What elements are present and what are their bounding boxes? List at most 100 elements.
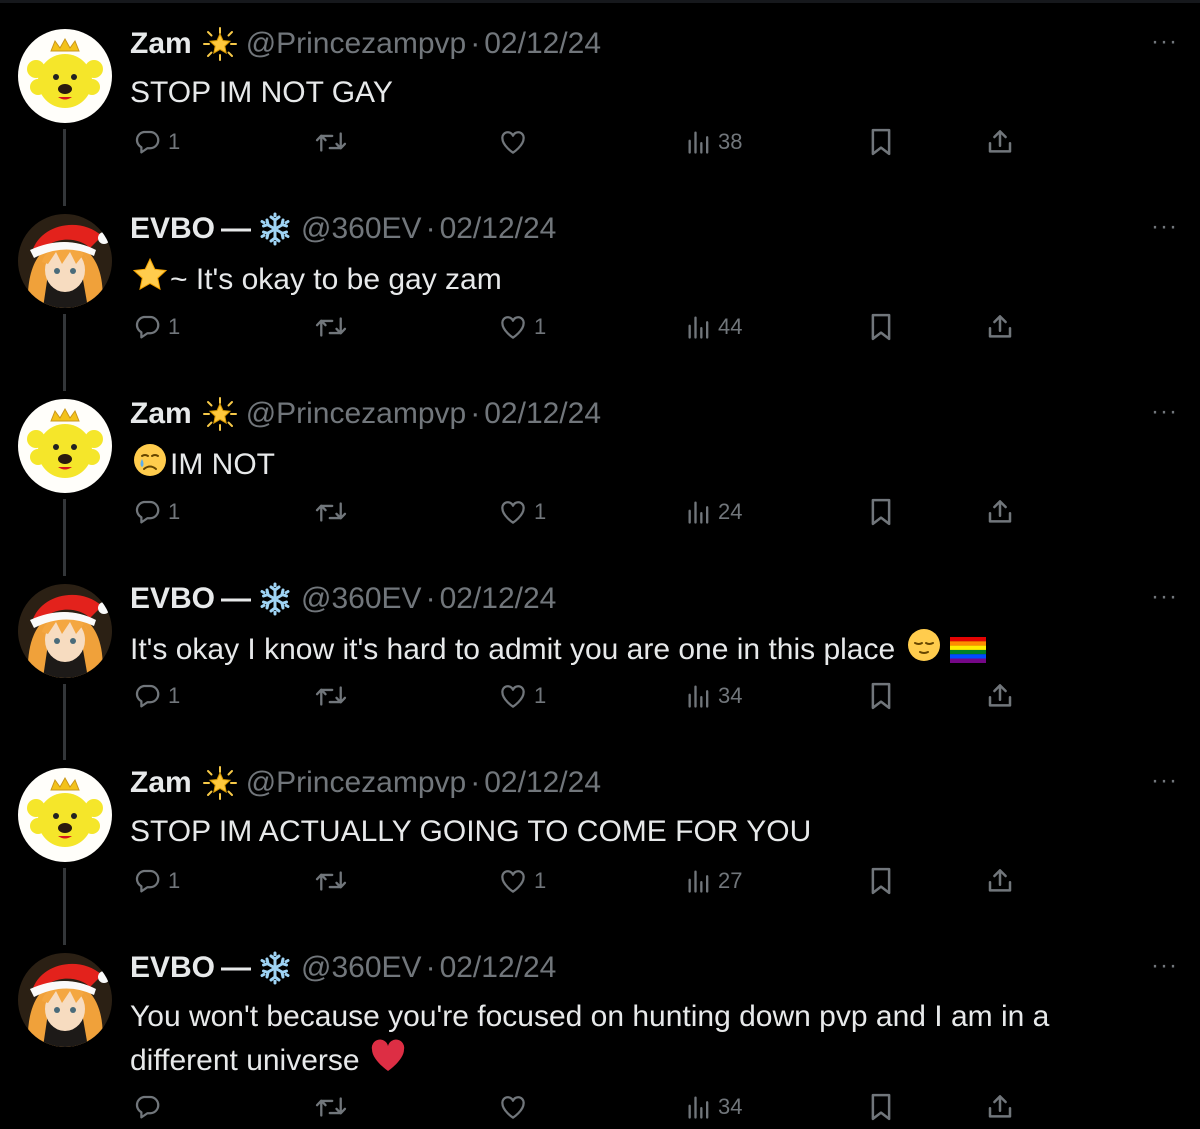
display-name[interactable]: EVBO bbox=[130, 951, 215, 985]
more-options-icon[interactable]: ··· bbox=[1151, 398, 1178, 426]
zam-avatar[interactable] bbox=[18, 29, 112, 123]
retweet-button[interactable] bbox=[314, 866, 354, 896]
tweet-text-container: You won't because you're focused on hunt… bbox=[130, 996, 1090, 1086]
like-button[interactable]: 1 bbox=[498, 497, 546, 527]
retweet-button[interactable] bbox=[314, 312, 354, 342]
snowflake-icon bbox=[257, 950, 293, 986]
display-name[interactable]: Zam bbox=[130, 397, 192, 431]
star-emoji-icon bbox=[132, 257, 168, 305]
share-button[interactable] bbox=[985, 497, 1015, 527]
bookmark-button[interactable] bbox=[868, 681, 894, 711]
share-button[interactable] bbox=[985, 312, 1015, 342]
reply-button[interactable]: 1 bbox=[132, 127, 180, 157]
name-dash: — bbox=[221, 951, 252, 984]
tweet-text: You won't because you're focused on hunt… bbox=[130, 1000, 1050, 1077]
reply-count: 1 bbox=[168, 499, 181, 524]
display-name[interactable]: Zam bbox=[130, 27, 192, 61]
retweet-button[interactable] bbox=[314, 127, 354, 157]
tweet-text: It's okay I know it's hard to admit you … bbox=[130, 632, 896, 666]
views-count: 34 bbox=[718, 1094, 743, 1119]
views-count: 38 bbox=[718, 129, 743, 154]
share-button[interactable] bbox=[985, 127, 1015, 157]
more-options-icon[interactable]: ··· bbox=[1151, 952, 1178, 980]
more-options-icon[interactable]: ··· bbox=[1151, 767, 1178, 795]
reply-button[interactable]: 1 bbox=[132, 312, 180, 342]
user-handle[interactable]: @360EV bbox=[301, 212, 422, 246]
retweet-button[interactable] bbox=[314, 681, 354, 711]
tweet-date[interactable]: 02/12/24 bbox=[440, 951, 557, 985]
tweet-actions: 1 1 34 bbox=[0, 678, 1200, 718]
reply-count: 1 bbox=[168, 683, 181, 708]
tweet-date[interactable]: 02/12/24 bbox=[484, 27, 601, 61]
like-count: 1 bbox=[534, 868, 547, 893]
share-button[interactable] bbox=[985, 681, 1015, 711]
tweet-text: STOP IM ACTUALLY GOING TO COME FOR YOU bbox=[130, 815, 812, 848]
reply-button[interactable]: 1 bbox=[132, 866, 180, 896]
tweet-header: Zam @Princezampvp · 02/12/24 bbox=[130, 763, 601, 803]
views-button[interactable]: 34 bbox=[686, 682, 742, 710]
bookmark-button[interactable] bbox=[868, 866, 894, 896]
views-count: 24 bbox=[718, 499, 743, 524]
user-handle[interactable]: @Princezampvp bbox=[246, 397, 467, 431]
separator-dot: · bbox=[470, 397, 481, 430]
zam-avatar[interactable] bbox=[18, 768, 112, 862]
evbo-avatar[interactable] bbox=[18, 584, 112, 678]
tweet-text-container: STOP IM NOT GAY bbox=[130, 72, 1090, 114]
bookmark-button[interactable] bbox=[868, 312, 894, 342]
views-button[interactable]: 24 bbox=[686, 498, 742, 526]
tweet-actions: 1 1 27 bbox=[0, 863, 1200, 903]
retweet-button[interactable] bbox=[314, 1092, 354, 1122]
reply-button[interactable]: 1 bbox=[132, 681, 180, 711]
more-options-icon[interactable]: ··· bbox=[1151, 583, 1178, 611]
bookmark-button[interactable] bbox=[868, 1092, 894, 1122]
display-name[interactable]: Zam bbox=[130, 766, 192, 800]
reply-count: 1 bbox=[168, 314, 181, 339]
tweet-text-container: It's okay I know it's hard to admit you … bbox=[130, 627, 1090, 675]
bookmark-button[interactable] bbox=[868, 497, 894, 527]
views-button[interactable]: 38 bbox=[686, 128, 742, 156]
user-handle[interactable]: @Princezampvp bbox=[246, 27, 467, 61]
share-button[interactable] bbox=[985, 1092, 1015, 1122]
display-name[interactable]: EVBO bbox=[130, 212, 215, 246]
tweet-date[interactable]: 02/12/24 bbox=[484, 397, 601, 431]
bookmark-button[interactable] bbox=[868, 127, 894, 157]
zam-avatar[interactable] bbox=[18, 399, 112, 493]
separator-dot: · bbox=[470, 27, 481, 60]
views-count: 27 bbox=[718, 868, 743, 893]
views-button[interactable]: 27 bbox=[686, 867, 742, 895]
like-button[interactable] bbox=[498, 1092, 534, 1122]
user-handle[interactable]: @Princezampvp bbox=[246, 766, 467, 800]
like-button[interactable]: 1 bbox=[498, 681, 546, 711]
like-button[interactable]: 1 bbox=[498, 866, 546, 896]
tweet-text: STOP IM NOT GAY bbox=[130, 76, 393, 109]
like-button[interactable]: 1 bbox=[498, 312, 546, 342]
evbo-avatar[interactable] bbox=[18, 953, 112, 1047]
tweet-actions: 1 1 44 bbox=[0, 309, 1200, 349]
reply-count: 1 bbox=[168, 129, 181, 154]
share-button[interactable] bbox=[985, 866, 1015, 896]
star-badge-icon bbox=[202, 765, 238, 801]
user-handle[interactable]: @360EV bbox=[301, 582, 422, 616]
evbo-avatar[interactable] bbox=[18, 214, 112, 308]
display-name[interactable]: EVBO bbox=[130, 582, 215, 616]
tweet-date[interactable]: 02/12/24 bbox=[484, 766, 601, 800]
user-handle[interactable]: @360EV bbox=[301, 951, 422, 985]
tweet-header: Zam @Princezampvp · 02/12/24 bbox=[130, 24, 601, 64]
tweet-date[interactable]: 02/12/24 bbox=[440, 212, 557, 246]
more-options-icon[interactable]: ··· bbox=[1151, 28, 1178, 56]
reply-button[interactable] bbox=[132, 1092, 168, 1122]
reply-count: 1 bbox=[168, 868, 181, 893]
more-options-icon[interactable]: ··· bbox=[1151, 213, 1178, 241]
views-button[interactable]: 44 bbox=[686, 313, 742, 341]
reply-button[interactable]: 1 bbox=[132, 497, 180, 527]
tweet-date[interactable]: 02/12/24 bbox=[440, 582, 557, 616]
tweet-text-container: IM NOT bbox=[130, 442, 1090, 490]
separator-dot: · bbox=[425, 951, 436, 984]
like-count: 1 bbox=[534, 683, 547, 708]
red-heart-emoji-icon bbox=[370, 1038, 406, 1086]
star-badge-icon bbox=[202, 396, 238, 432]
tweet-header: EVBO — @360EV · 02/12/24 bbox=[130, 579, 556, 619]
like-button[interactable] bbox=[498, 127, 534, 157]
views-button[interactable]: 34 bbox=[686, 1093, 742, 1121]
retweet-button[interactable] bbox=[314, 497, 354, 527]
